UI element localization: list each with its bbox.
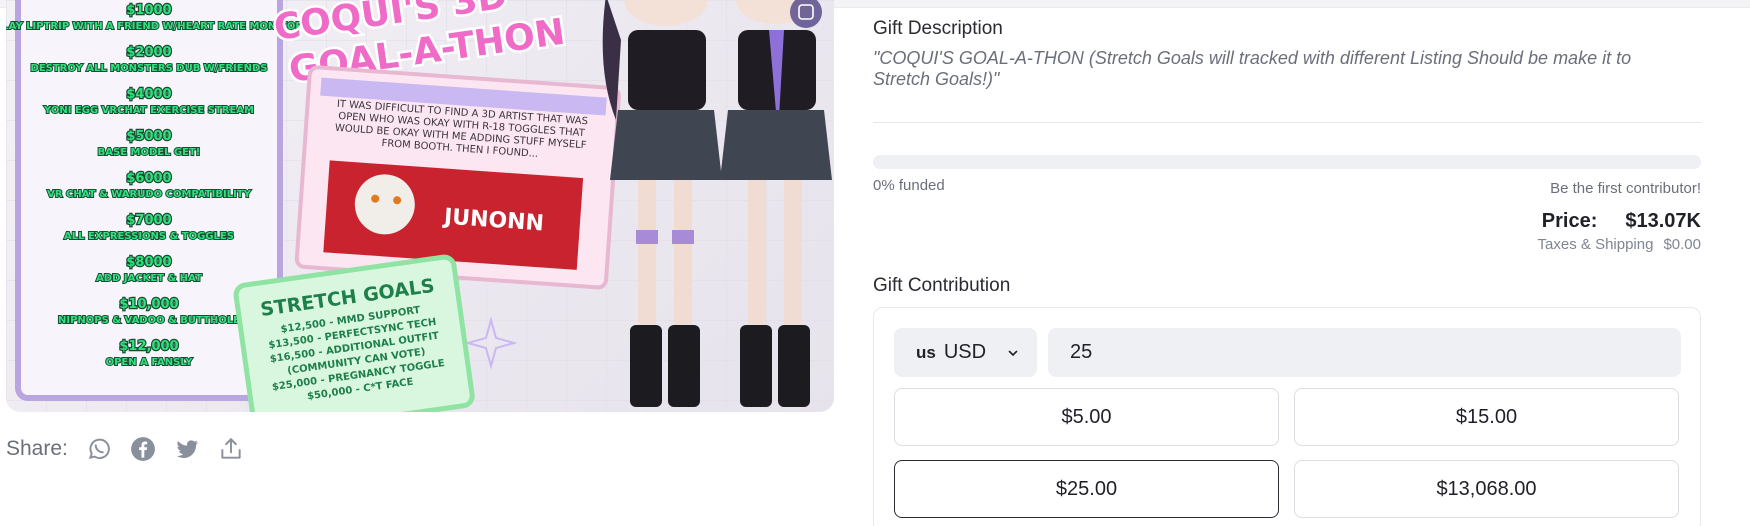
goal-label: BASE MODEL GET! [98, 147, 201, 158]
goal-label: ALL EXPRESSIONS & TOGGLES [64, 231, 234, 242]
goal-amount: $12,000 [119, 339, 178, 354]
stretch-goals-card: STRETCH GOALS $12,500 - MMD SUPPORT$13,5… [233, 254, 475, 412]
gift-description-text: "COQUI'S GOAL-A-THON (Stretch Goals will… [873, 48, 1632, 89]
share-label: Share: [6, 437, 68, 460]
goal-amount: $5000 [126, 129, 171, 144]
taxes-label: Taxes & Shipping [1537, 236, 1654, 253]
currency-flag: us [916, 342, 936, 362]
contribution-card: us USD $5.00 $15.00 $25.00 $13,068.00 [873, 307, 1701, 526]
first-contributor-text: Be the first contributor! [1550, 180, 1701, 197]
goal-amount: $4000 [126, 87, 171, 102]
chevron-down-icon [1008, 350, 1018, 356]
goal-amount: $1000 [126, 3, 171, 18]
goal-label: DESTROY ALL MONSTERS DUB W/FRIENDS [31, 63, 268, 74]
goal-amount: $8000 [126, 255, 171, 270]
price-value: $13.07K [1625, 210, 1701, 232]
goal-amount: $10,000 [119, 297, 178, 312]
whatsapp-icon[interactable] [84, 434, 114, 464]
share-bar: Share: [6, 432, 246, 466]
goal-label: VR CHAT & WARUDO COMPATIBILITY [47, 189, 251, 200]
twitter-icon[interactable] [172, 434, 202, 464]
goal-label: ADD JACKET & HAT [96, 273, 202, 284]
funding-progress-bar [873, 155, 1701, 169]
preset-amount-button[interactable]: $15.00 [1294, 388, 1679, 446]
price-label: Price: [1541, 210, 1598, 232]
gift-hero-image: $1000 PLAY LIPTRIP WITH A FRIEND W/HEART … [6, 0, 834, 412]
goal-amount: $2000 [126, 45, 171, 60]
goal-label: PLAY LIPTRIP WITH A FRIEND W/HEART RATE … [6, 21, 303, 32]
hero-artwork: $1000 PLAY LIPTRIP WITH A FRIEND W/HEART … [6, 0, 834, 412]
currency-code: USD [943, 341, 987, 363]
gift-details-panel: Gift Description "COQUI'S GOAL-A-THON (S… [873, 0, 1701, 526]
facebook-icon[interactable] [128, 434, 158, 464]
taxes-value: $0.00 [1663, 236, 1701, 253]
preset-amount-button[interactable]: $5.00 [894, 388, 1279, 446]
gift-contribution-title: Gift Contribution [873, 275, 1011, 296]
currency-select[interactable]: us USD [894, 328, 1037, 377]
preset-amount-button[interactable]: $13,068.00 [1294, 460, 1679, 518]
price-row: Price: $13.07K [1542, 210, 1701, 233]
taxes-shipping-row: Taxes & Shipping $0.00 [1538, 236, 1701, 253]
preset-amount-button-selected[interactable]: $25.00 [894, 460, 1279, 518]
share-upload-icon[interactable] [216, 434, 246, 464]
goal-label: YONI EGG VRCHAT EXERCISE STREAM [43, 105, 254, 116]
divider [873, 122, 1701, 123]
note-card: IT WAS DIFFICULT TO FIND A 3D ARTIST THA… [294, 65, 621, 290]
goal-label: OPEN A FANSLY [106, 357, 194, 368]
funded-percent-text: 0% funded [873, 177, 945, 194]
goal-amount: $7000 [126, 213, 171, 228]
goal-label: NIPNOPS & VADOO & BUTTHOLE [58, 315, 240, 326]
goal-amount: $6000 [126, 171, 171, 186]
contribution-amount-input[interactable] [1048, 328, 1681, 377]
gift-description-title: Gift Description [873, 18, 1003, 39]
